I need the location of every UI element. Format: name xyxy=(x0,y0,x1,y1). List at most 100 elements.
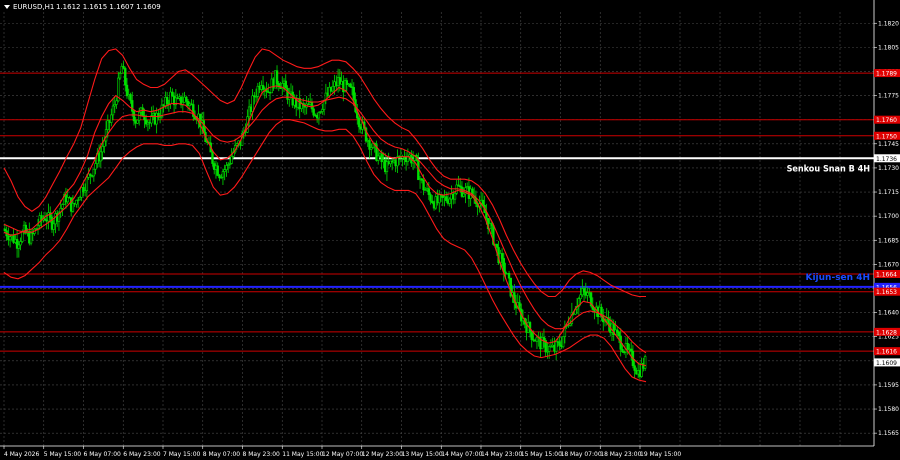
candle-body xyxy=(518,302,521,310)
level-price-label: 1.1760 xyxy=(876,117,897,124)
candle-body xyxy=(490,223,493,226)
candle-body xyxy=(429,194,432,202)
candle-body xyxy=(626,343,629,350)
x-tick-label: 18 May 23:00 xyxy=(600,451,641,458)
candle-body xyxy=(251,95,254,112)
x-tick-label: 11 May 15:00 xyxy=(282,451,323,458)
candle-body xyxy=(52,223,55,230)
y-tick-label: 1.1685 xyxy=(878,237,899,244)
candle-body xyxy=(61,204,64,209)
candle-body xyxy=(216,165,219,176)
candle-body xyxy=(132,110,136,122)
candle-body xyxy=(122,65,125,69)
candle-body xyxy=(554,341,558,352)
x-tick-label: 7 May 15:00 xyxy=(163,451,201,458)
candle-body xyxy=(284,80,287,89)
y-tick-label: 1.1775 xyxy=(878,93,899,100)
y-tick-label: 1.1580 xyxy=(878,406,899,413)
candle-body xyxy=(427,188,431,195)
x-tick-label: 5 May 15:00 xyxy=(44,451,82,458)
y-tick-label: 1.1595 xyxy=(878,382,899,389)
candle-body xyxy=(561,336,565,348)
candle-body xyxy=(124,68,127,86)
candle-body xyxy=(78,196,82,201)
y-tick-label: 1.1565 xyxy=(878,430,899,437)
candle-body xyxy=(633,365,636,371)
candle-body xyxy=(85,177,89,192)
x-tick-label: 8 May 23:00 xyxy=(243,451,281,458)
candle-body xyxy=(422,179,425,191)
level-price-label: 1.1653 xyxy=(876,289,897,296)
candle-body xyxy=(629,348,633,352)
candle-body xyxy=(558,341,561,346)
y-tick-label: 1.1745 xyxy=(878,141,899,148)
chart-window[interactable]: Senkou Snan B 4H Kijun-sen 4H 1.1820 1.180… xyxy=(0,0,900,460)
x-tick-label: 6 May 07:00 xyxy=(84,451,122,458)
candle-body xyxy=(225,165,228,171)
level-price-label: 1.1789 xyxy=(876,71,897,78)
x-tick-label: 18 May 07:00 xyxy=(561,451,602,458)
candle-body xyxy=(500,253,504,259)
candle-body xyxy=(21,231,24,242)
candle-body xyxy=(352,87,355,100)
candle-body xyxy=(99,151,103,162)
x-tick-label: 19 May 15:00 xyxy=(640,451,681,458)
current-price-label: 1.1609 xyxy=(876,360,897,367)
candle-body xyxy=(185,96,188,102)
y-tick-label: 1.1670 xyxy=(878,261,899,268)
candle-body xyxy=(448,198,451,204)
candle-body xyxy=(317,112,321,119)
candle-body xyxy=(36,225,40,229)
x-tick-label: 12 May 23:00 xyxy=(362,451,403,458)
candle-body xyxy=(103,140,106,147)
candle-body xyxy=(111,105,115,116)
candle-body xyxy=(230,156,233,164)
ohlc-values: 1.1612 1.1615 1.1607 1.1609 xyxy=(56,3,161,11)
candle-body xyxy=(582,288,586,293)
candle-body xyxy=(542,337,546,341)
candle-body xyxy=(71,203,75,212)
chart-header: EURUSD,H1 1.1612 1.1615 1.1607 1.1609 xyxy=(4,3,161,11)
candle-body xyxy=(17,244,21,249)
y-tick-label: 1.1730 xyxy=(878,165,899,172)
candle-body xyxy=(331,86,335,92)
level-price-label: 1.1628 xyxy=(876,329,897,336)
price-chart[interactable]: Senkou Snan B 4H Kijun-sen 4H 1.1820 1.180… xyxy=(0,0,900,460)
candle-body xyxy=(579,294,582,300)
candle-body xyxy=(221,171,225,178)
candle-body xyxy=(616,329,619,333)
candle-body xyxy=(94,163,97,170)
symbol-timeframe: EURUSD,H1 xyxy=(13,3,54,11)
candle-body xyxy=(171,91,174,97)
candle-body xyxy=(377,155,380,161)
x-tick-label: 8 May 07:00 xyxy=(203,451,241,458)
candle-body xyxy=(19,241,22,246)
candle-body xyxy=(312,108,315,116)
x-tick-label: 15 May 15:00 xyxy=(521,451,562,458)
level-price-label: 1.1664 xyxy=(876,272,897,279)
level-price-label: 1.1736 xyxy=(876,156,897,163)
candle-body xyxy=(495,243,499,248)
candle-body xyxy=(453,192,457,200)
candle-body xyxy=(211,151,214,164)
x-tick-label: 14 May 07:00 xyxy=(441,451,482,458)
candle-body xyxy=(507,273,511,279)
candle-body xyxy=(621,349,624,353)
candle-body xyxy=(8,236,12,241)
x-tick-label: 4 May 2026 xyxy=(4,451,39,458)
level-price-label: 1.1616 xyxy=(876,349,897,356)
x-tick-label: 6 May 23:00 xyxy=(123,451,161,458)
candle-body xyxy=(118,73,122,79)
candle-body xyxy=(92,168,96,177)
candle-body xyxy=(115,100,118,105)
candle-body xyxy=(136,119,139,124)
x-tick-label: 13 May 15:00 xyxy=(402,451,443,458)
candle-body xyxy=(643,356,647,369)
candle-body xyxy=(101,146,104,153)
y-tick-label: 1.1715 xyxy=(878,189,899,196)
level-price-label: 1.1750 xyxy=(876,133,897,140)
candle-body xyxy=(110,114,113,123)
level-annotation: Kijun-sen 4H xyxy=(806,273,871,283)
candle-body xyxy=(129,94,132,101)
candle-body xyxy=(445,196,448,201)
